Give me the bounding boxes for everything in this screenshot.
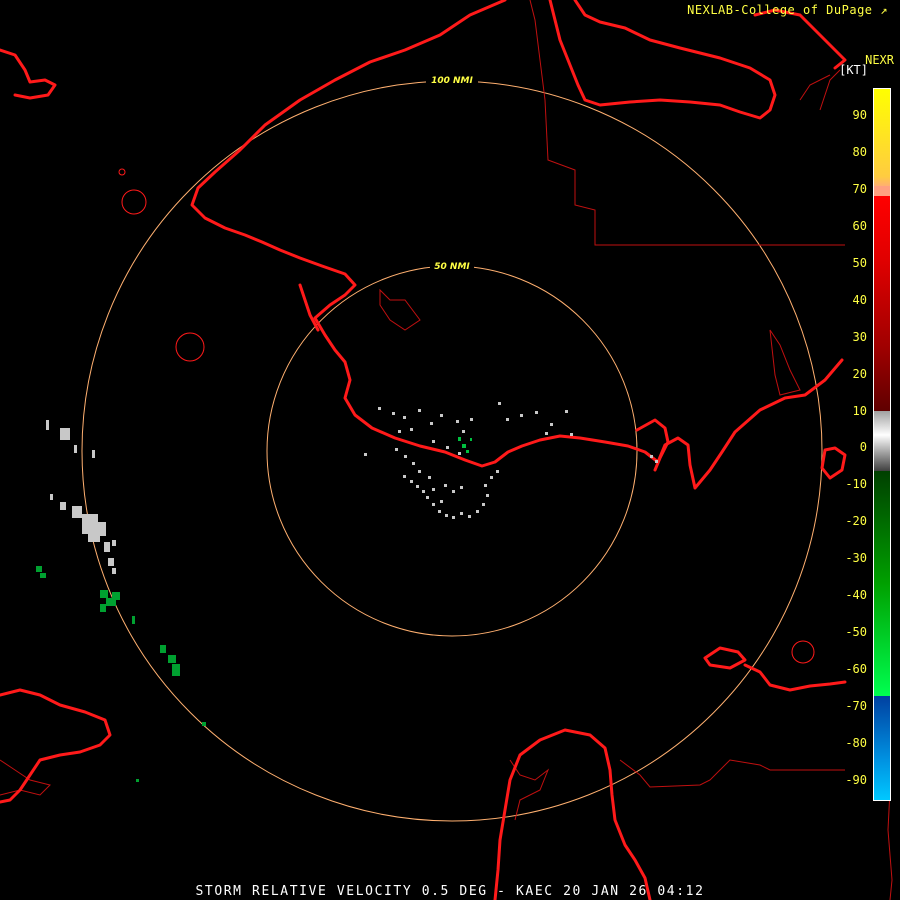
scale-seg-red [874,196,890,411]
scale-tick-label: 50 [852,255,867,270]
scale-tick-label: 10 [852,403,867,418]
scale-seg-blue [874,696,890,800]
scale-tick-label: 20 [852,366,867,381]
scale-tick-label: -90 [845,772,867,787]
credit-label[interactable]: NEXLAB-College of DuPage ↗ [687,3,888,17]
scale-tick-label: -60 [845,662,867,677]
product-caption: STORM RELATIVE VELOCITY 0.5 DEG - KAEC 2… [195,884,705,899]
scale-tick-label: -10 [845,477,867,492]
scale-tick-label: -80 [845,735,867,750]
scale-tick-label: -70 [845,699,867,714]
units-label: [KT] [839,63,868,77]
scale-seg-yellow [874,89,890,186]
scale-tick-label: 0 [859,440,867,455]
scale-tick-label: -20 [845,514,867,529]
scale-tick-label: 40 [852,292,867,307]
product-label: NEXR [865,53,894,67]
scale-tick-label: 90 [852,108,867,122]
ring-label-50: 50 NMI [434,262,470,272]
scale-tick-label: -40 [845,588,867,603]
scale-tick-label: -30 [845,551,867,566]
external-link-icon: ↗ [880,3,888,17]
ring-label-100: 100 NMI [431,76,473,86]
scale-tick-label: 60 [852,218,867,233]
scale-seg-green [874,471,890,696]
scale-tick-label: 30 [852,329,867,344]
credit-text: NEXLAB-College of DuPage [687,3,873,17]
scale-tick-label: -50 [845,625,867,640]
scale-tick-label: 80 [852,144,867,159]
velocity-color-scale [873,88,891,801]
scale-seg-orange [874,186,890,196]
scale-tick-label: 70 [852,181,867,196]
scale-seg-zero [874,411,890,471]
radar-map: 100 NMI 50 NMI [0,0,900,900]
